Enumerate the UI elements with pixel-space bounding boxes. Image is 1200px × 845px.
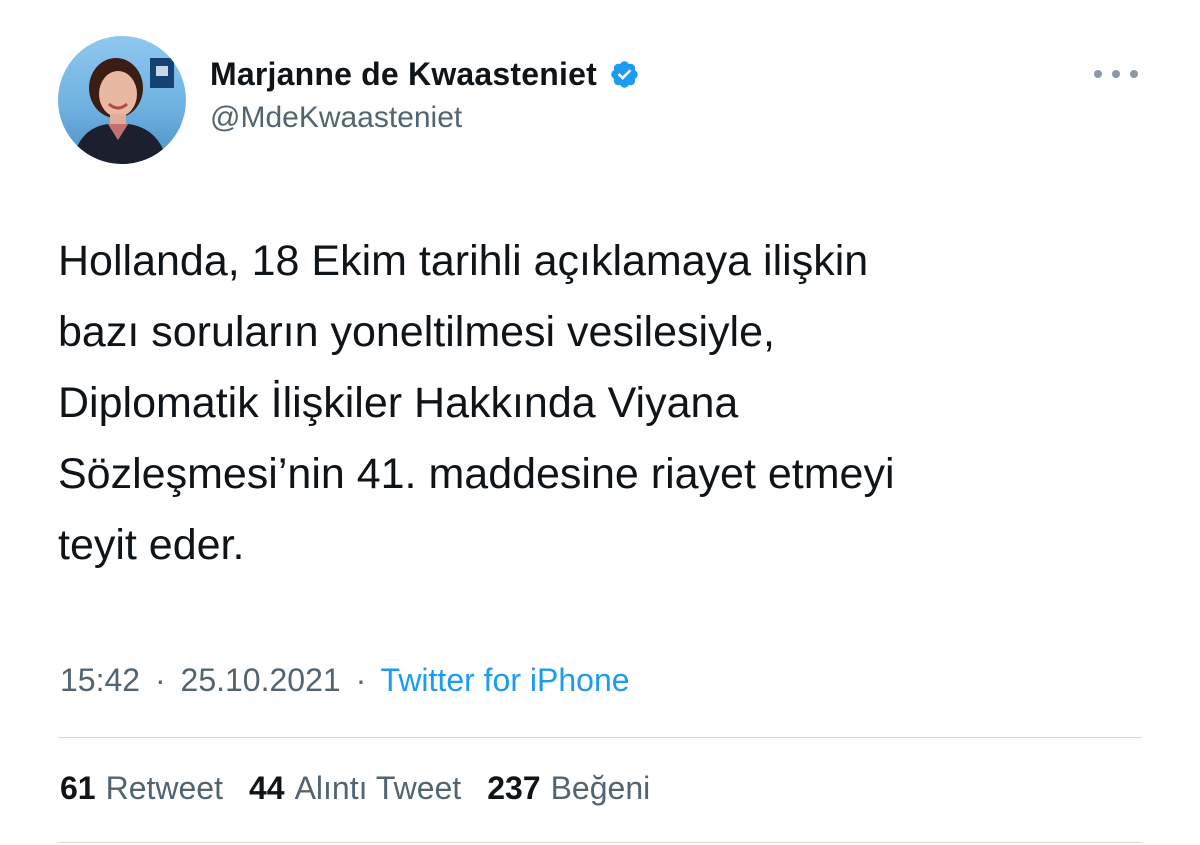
author-handle[interactable]: @MdeKwaasteniet	[210, 101, 640, 135]
author-display-name[interactable]: Marjanne de Kwaasteniet	[210, 56, 597, 93]
tweet-time[interactable]: 15:42	[60, 662, 140, 698]
quotes-stat[interactable]: 44 Alıntı Tweet	[249, 770, 461, 807]
more-dot	[1094, 70, 1102, 78]
avatar-photo	[72, 58, 174, 164]
tweet-source-link[interactable]: Twitter for iPhone	[381, 662, 630, 698]
tweet-date[interactable]: 25.10.2021	[181, 662, 341, 698]
meta-separator: ·	[154, 662, 166, 698]
more-options-icon[interactable]	[1094, 64, 1138, 84]
tweet-meta: 15:42 · 25.10.2021 · Twitter for iPhone	[60, 662, 630, 699]
retweets-count: 61	[60, 770, 96, 806]
divider	[58, 737, 1142, 738]
display-name-row: Marjanne de Kwaasteniet	[210, 56, 640, 93]
tweet-stats: 61 Retweet 44 Alıntı Tweet 237 Beğeni	[60, 770, 676, 807]
more-dot	[1130, 70, 1138, 78]
tweet-header: Marjanne de Kwaasteniet @MdeKwaasteniet	[58, 36, 1148, 164]
likes-label: Beğeni	[550, 770, 651, 806]
meta-separator: ·	[355, 662, 367, 698]
retweets-stat[interactable]: 61 Retweet	[60, 770, 223, 807]
likes-count: 237	[487, 770, 541, 806]
tweet-text: Hollanda, 18 Ekim tarihli açıklamaya ili…	[58, 237, 895, 569]
likes-stat[interactable]: 237 Beğeni	[487, 770, 650, 807]
avatar[interactable]	[58, 36, 186, 164]
divider	[58, 842, 1142, 843]
verified-badge-icon	[609, 59, 640, 90]
more-dot	[1112, 70, 1120, 78]
author-info: Marjanne de Kwaasteniet @MdeKwaasteniet	[210, 56, 640, 135]
retweets-label: Retweet	[105, 770, 223, 806]
quotes-count: 44	[248, 770, 285, 806]
quotes-label: Alıntı Tweet	[294, 770, 462, 806]
